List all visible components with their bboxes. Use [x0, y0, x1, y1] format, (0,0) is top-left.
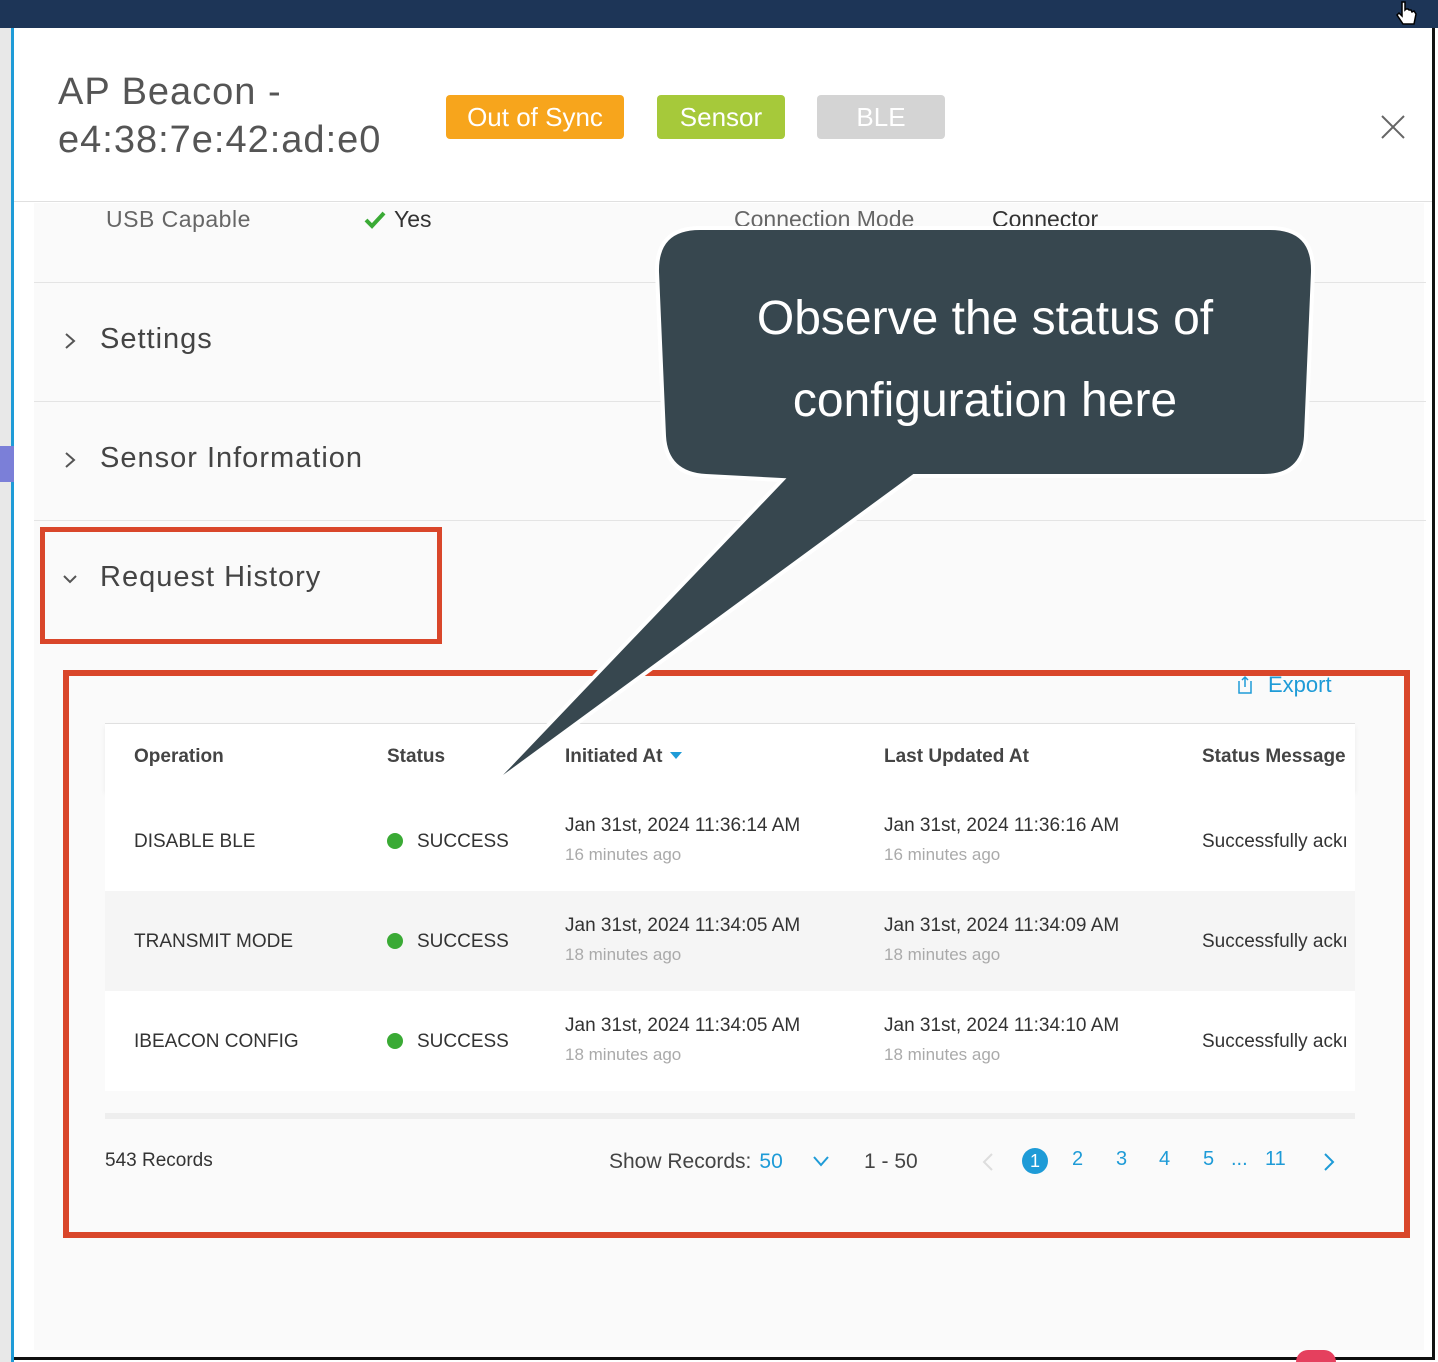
- callout-line-1: Observe the status of: [756, 292, 1214, 345]
- request-table-highlight: [63, 670, 1410, 1238]
- sensor-information-label: Sensor Information: [100, 442, 364, 474]
- help-widget[interactable]: [1296, 1350, 1336, 1362]
- drawer-header: AP Beacon - e4:38:7e:42:ad:e0 Out of Syn…: [14, 28, 1432, 202]
- request-history-highlight: [40, 527, 442, 644]
- top-bar: [0, 0, 1438, 28]
- background-tab-marker: [0, 446, 14, 482]
- settings-label: Settings: [100, 323, 213, 355]
- hand-cursor-icon: [1396, 1, 1417, 25]
- callout-text: Observe the status of configuration here: [660, 278, 1310, 442]
- ble-badge: BLE: [817, 95, 945, 139]
- close-icon[interactable]: [1378, 112, 1408, 142]
- chevron-right-icon: [65, 452, 76, 468]
- usb-capable-value: Yes: [364, 206, 432, 233]
- check-icon: [364, 211, 386, 229]
- usb-capable-text: Yes: [394, 206, 432, 232]
- background-page-edge: [0, 28, 14, 1362]
- callout-line-2: configuration here: [792, 374, 1178, 427]
- sensor-badge: Sensor: [657, 95, 785, 139]
- page-title: AP Beacon - e4:38:7e:42:ad:e0: [58, 71, 382, 161]
- details-row: USB Capable Yes Connection Mode Connecto…: [34, 203, 1426, 283]
- usb-capable-label: USB Capable: [106, 206, 251, 232]
- out-of-sync-badge: Out of Sync: [446, 95, 624, 139]
- connection-mode-label: Connection Mode: [734, 206, 915, 228]
- chevron-right-icon: [65, 333, 76, 349]
- connection-mode-value: Connector: [992, 206, 1099, 228]
